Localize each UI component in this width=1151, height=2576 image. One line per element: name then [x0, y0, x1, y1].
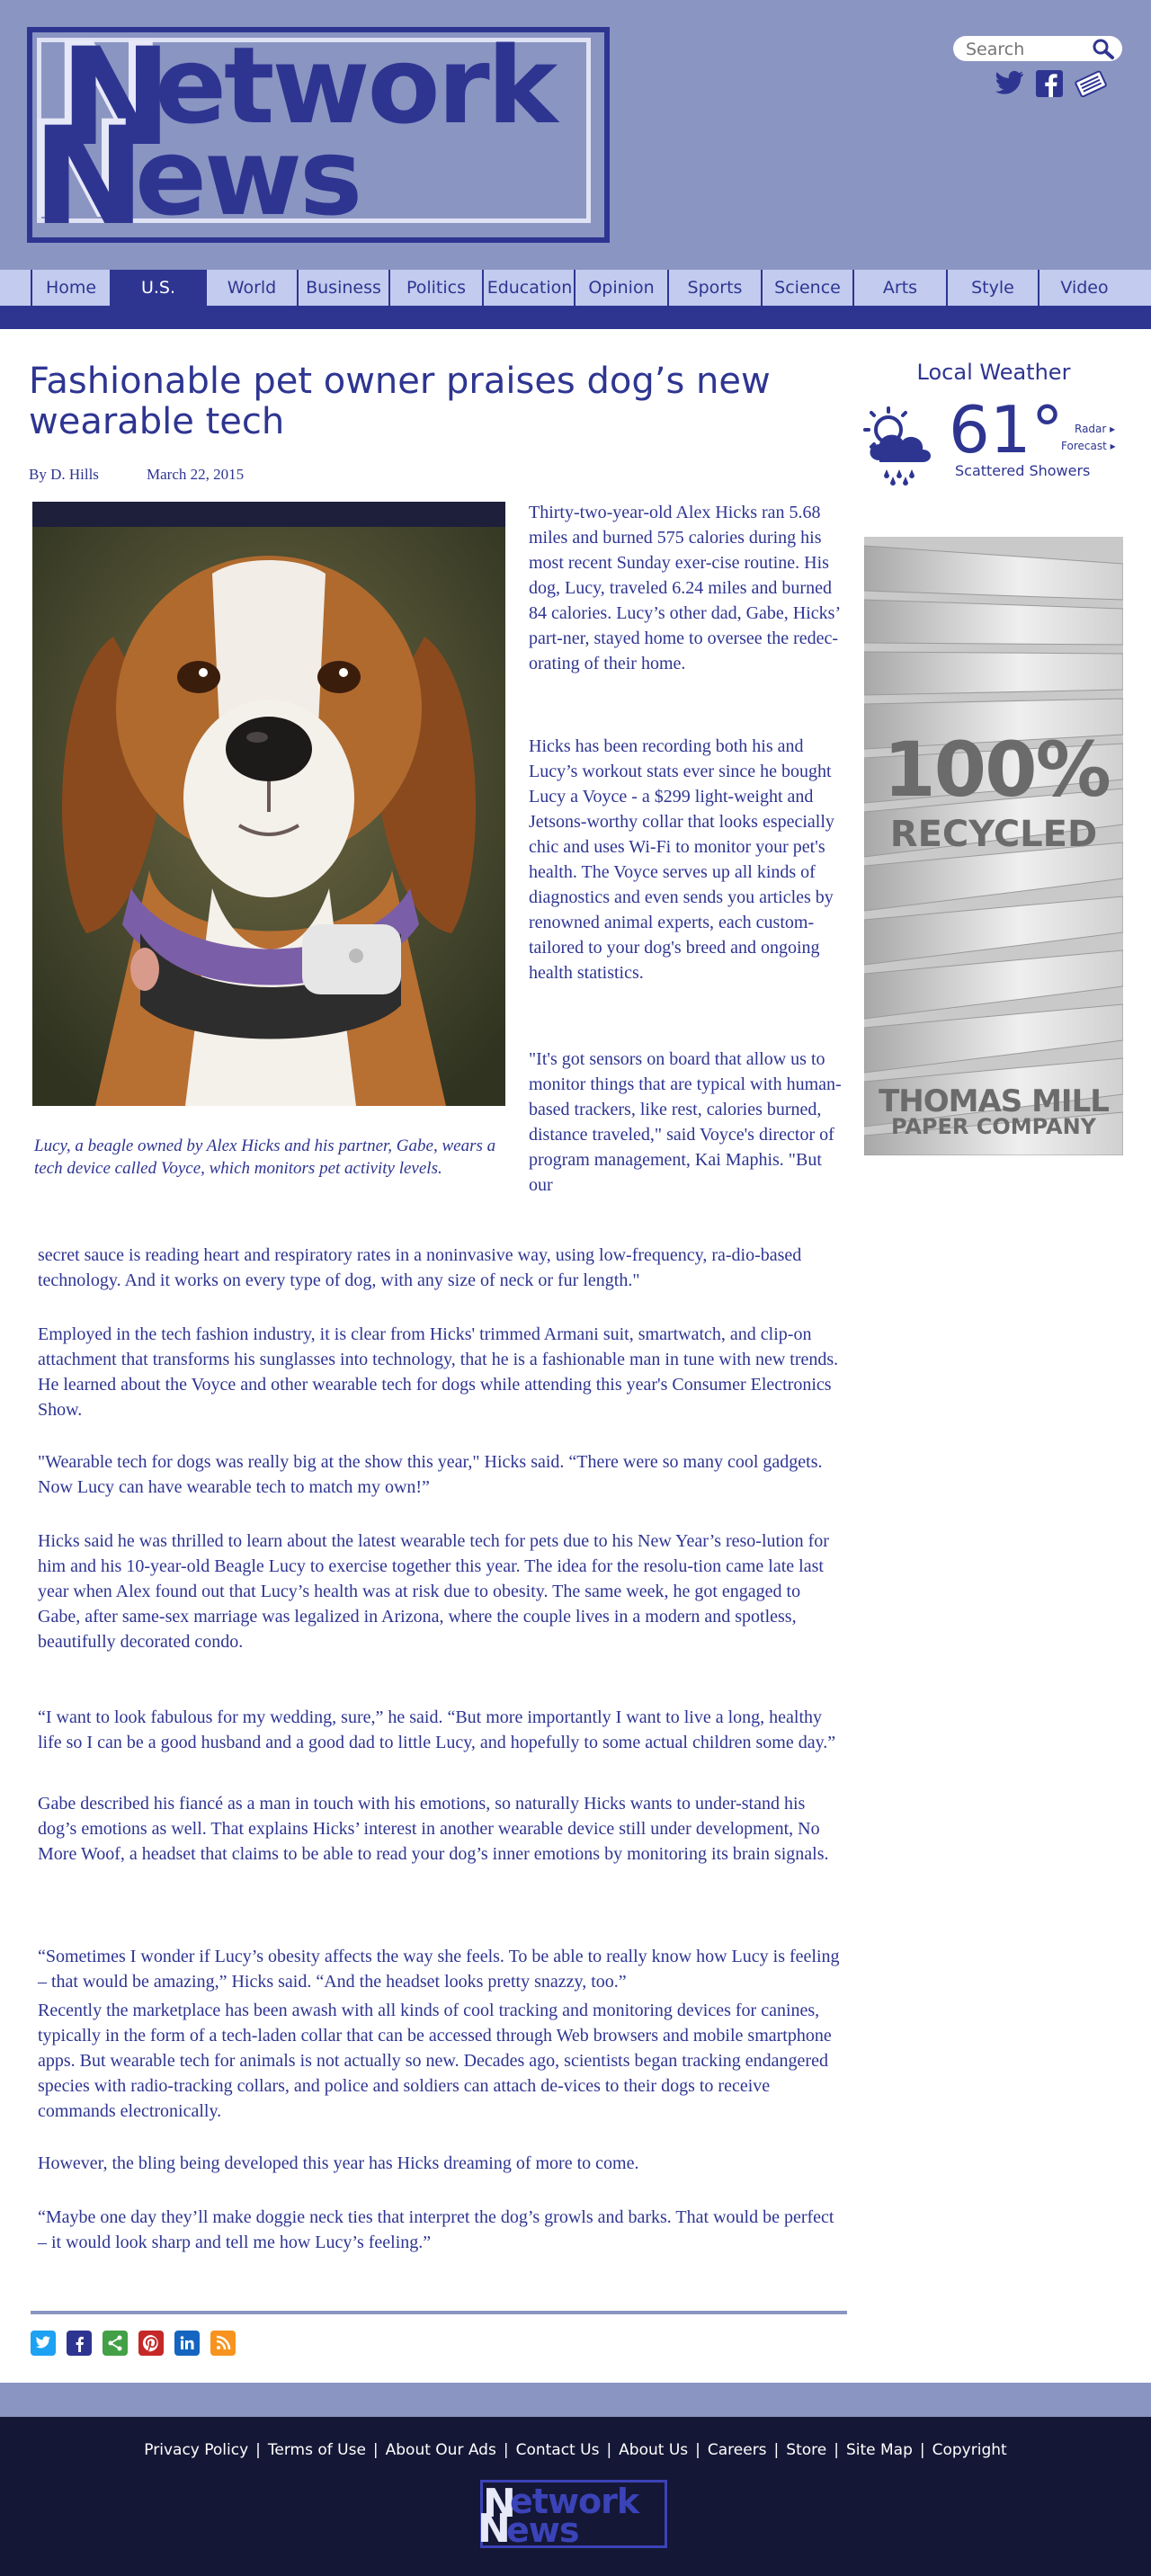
footer-link-separator: | — [773, 2441, 780, 2459]
ad-company-suffix: PAPER COMPANY — [890, 1114, 1097, 1139]
footer-link-separator: | — [919, 2441, 925, 2459]
weather-condition: Scattered Showers — [955, 462, 1091, 479]
facebook-icon[interactable] — [67, 2331, 92, 2356]
advertisement-recycled-paper[interactable]: 100% RECYCLED THOMAS MILL PAPER COMPANY — [864, 537, 1123, 1155]
nav-item-world[interactable]: World — [205, 270, 297, 306]
nav-item-business[interactable]: Business — [297, 270, 388, 306]
footer-link-separator: | — [503, 2441, 509, 2459]
footer-link-terms-of-use[interactable]: Terms of Use — [268, 2441, 366, 2459]
article-paragraph: “Sometimes I wonder if Lucy’s obesity af… — [38, 1947, 840, 1992]
nav-item-politics[interactable]: Politics — [388, 270, 482, 306]
search-input[interactable] — [964, 37, 1093, 62]
article-paragraph: Thirty-two-year-old Alex Hicks ran 5.68 … — [529, 503, 840, 673]
article-photo-beagle[interactable] — [32, 502, 505, 1106]
article-paragraph: Hicks has been recording both his and Lu… — [529, 736, 834, 983]
footer-logo[interactable]: N N etwork ews — [477, 2480, 667, 2550]
article-paragraph: "Wearable tech for dogs was really big a… — [38, 1452, 823, 1497]
logo-word-news: ews — [135, 115, 362, 239]
footer-band — [0, 2383, 1151, 2417]
article-paragraph: “Maybe one day they’ll make doggie neck … — [38, 2207, 834, 2252]
article-byline[interactable]: By D. Hills — [29, 466, 99, 484]
nav-item-education[interactable]: Education — [482, 270, 576, 306]
footer-link-separator: | — [255, 2441, 261, 2459]
article-paragraph: secret sauce is reading heart and respir… — [38, 1245, 802, 1290]
weather-radar-link[interactable]: Radar ▸ — [1075, 423, 1115, 435]
footer-link-separator: | — [372, 2441, 379, 2459]
article-paragraph: Employed in the tech fashion industry, i… — [38, 1324, 839, 1420]
facebook-icon[interactable] — [1034, 70, 1065, 97]
article-headline: Fashionable pet owner praises dog’s new … — [29, 361, 771, 442]
photo-caption: Lucy, a beagle owned by Alex Hicks and h… — [34, 1136, 496, 1178]
nav-item-sports[interactable]: Sports — [667, 270, 761, 306]
nav-item-video[interactable]: Video — [1038, 270, 1129, 306]
article-paragraph: Gabe described his fiancé as a man in to… — [38, 1794, 829, 1864]
article-paragraph: However, the bling being developed this … — [38, 2153, 639, 2173]
footer-logo-word-news: ews — [506, 2510, 579, 2550]
footer-link-separator: | — [606, 2441, 612, 2459]
nav-item-us[interactable]: U.S. — [110, 270, 205, 306]
footer-link-contact-us[interactable]: Contact Us — [516, 2441, 600, 2459]
footer-link-about-our-ads[interactable]: About Our Ads — [386, 2441, 496, 2459]
share-icon[interactable] — [103, 2331, 128, 2356]
article-date: March 22, 2015 — [147, 466, 245, 483]
footer-link-separator: | — [695, 2441, 700, 2459]
footer-link-privacy-policy[interactable]: Privacy Policy — [144, 2441, 248, 2459]
logo-initial: N — [32, 99, 146, 255]
article-paragraph: Hicks said he was thrilled to learn abou… — [38, 1531, 829, 1652]
rss-icon[interactable] — [210, 2331, 236, 2356]
footer-link-store[interactable]: Store — [786, 2441, 826, 2459]
article-paragraph: “I want to look fabulous for my wedding,… — [38, 1707, 836, 1752]
nav-item-arts[interactable]: Arts — [852, 270, 946, 306]
nav-item-home[interactable]: Home — [31, 270, 110, 306]
search-icon[interactable] — [1092, 38, 1115, 59]
article-divider — [31, 2311, 847, 2314]
newspaper-icon[interactable] — [1074, 70, 1107, 98]
footer-link-separator: | — [834, 2441, 839, 2459]
footer-link-site-map[interactable]: Site Map — [846, 2441, 913, 2459]
linkedin-icon[interactable] — [174, 2331, 200, 2356]
article-paragraph: Recently the marketplace has been awash … — [38, 2001, 832, 2121]
footer-link-about-us[interactable]: About Us — [619, 2441, 688, 2459]
nav-underline — [0, 306, 1151, 329]
footer-links: Privacy Policy | Terms of Use | About Our Ad… — [0, 2441, 1151, 2459]
footer-link-copyright[interactable]: Copyright — [932, 2441, 1007, 2459]
pinterest-icon[interactable] — [138, 2331, 164, 2356]
twitter-icon[interactable] — [31, 2331, 56, 2356]
footer-link-careers[interactable]: Careers — [708, 2441, 767, 2459]
weather-temperature: 61° — [949, 392, 1064, 468]
nav-item-science[interactable]: Science — [761, 270, 852, 306]
ad-headline-recycled: RECYCLED — [889, 814, 1098, 855]
nav-item-opinion[interactable]: Opinion — [574, 270, 667, 306]
article-paragraph: "It's got sensors on board that allow us… — [529, 1049, 842, 1195]
rain-cloud-icon — [858, 405, 939, 486]
weather-title: Local Weather — [916, 360, 1071, 385]
ad-headline-percent: 100% — [883, 726, 1111, 814]
twitter-icon[interactable] — [995, 70, 1025, 97]
weather-forecast-link[interactable]: Forecast ▸ — [1061, 440, 1116, 452]
nav-item-style[interactable]: Style — [946, 270, 1038, 306]
